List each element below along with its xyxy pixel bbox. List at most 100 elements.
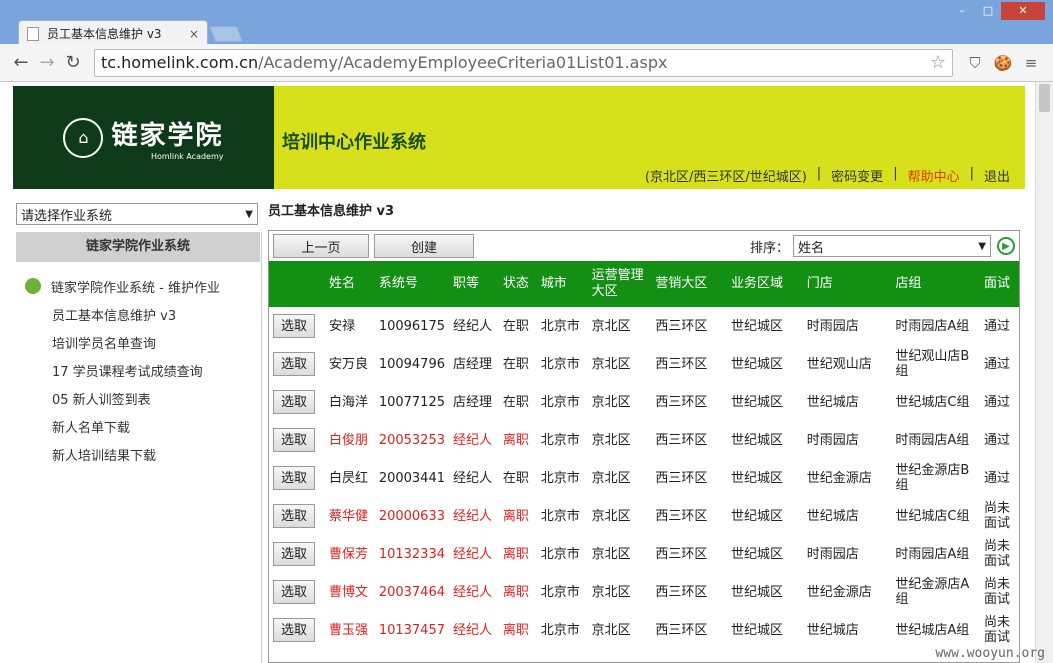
academy-emblem-icon: ⌂ [63,117,104,158]
cell-sales: 西三环区 [655,546,708,562]
browser-tab[interactable]: 员工基本信息维护 v3 × [18,20,208,46]
browser-titlebar: 员工基本信息维护 v3 × – □ ✕ [0,0,1053,46]
help-center-link[interactable]: 帮助中心 [908,166,960,185]
user-region-label: (京北区/西三环区/世纪城区) [644,170,807,185]
watermark: www.wooyun.org [935,646,1045,661]
cell-name: 安万良 [328,356,368,372]
extension-shield-icon[interactable]: ⛉ [961,54,989,72]
cell-ops: 京北区 [591,584,631,600]
bookmark-star-icon[interactable]: ☆ [930,52,946,73]
column-header: 门店 [806,276,833,291]
reload-button[interactable]: ↻ [60,52,86,73]
back-button[interactable]: ← [8,52,34,73]
change-password-link[interactable]: 密码变更 [831,166,883,185]
sidebar-item-signin-sheet[interactable]: 05 新人训签到表 [13,384,261,412]
cell-city: 北京市 [540,546,580,562]
sidebar-item-employee-info[interactable]: 员工基本信息维护 v3 [13,300,261,328]
sidebar-item-trainee-query[interactable]: 培训学员名单查询 [13,328,261,356]
cell-store: 世纪金源店 [806,584,872,600]
sidebar-item-newcomer-download[interactable]: 新人名单下载 [13,412,261,440]
cell-city: 北京市 [540,394,580,410]
cell-area: 世纪城区 [731,394,784,410]
cell-grade: 经纪人 [452,318,492,334]
sidebar: 链家学院作业系统 链家学院作业系统 - 维护作业 员工基本信息维护 v3 培训学… [13,232,262,663]
cell-store: 时雨园店 [806,432,859,448]
minimize-button[interactable]: – [949,2,975,20]
extension-cookie-icon[interactable]: 🍪 [989,54,1017,72]
table-header-row: 姓名 系统号 职等 状态 城市 运营管理大区 营销大区 业务区域 门店 店组 面试 [269,261,1019,307]
column-header: 店组 [895,276,922,291]
cell-interview: 通过 [984,356,1011,372]
cell-interview: 通过 [984,394,1011,410]
column-header: 业务区域 [731,276,784,291]
system-select[interactable]: 请选择作业系统 ▼ [16,203,258,225]
select-row-button[interactable]: 选取 [273,314,315,338]
select-row-button[interactable]: 选取 [273,618,315,642]
select-row-button[interactable]: 选取 [273,580,315,604]
cell-city: 北京市 [540,318,580,334]
select-row-button[interactable]: 选取 [273,428,315,452]
cell-group: 世纪金源店A组 [895,577,970,607]
select-row-button[interactable]: 选取 [273,352,315,376]
url-host: tc.homelink.com.cn [101,53,259,72]
cell-grade: 店经理 [452,356,492,372]
tab-close-icon[interactable]: × [189,27,199,41]
cell-name: 白俊朋 [328,432,368,448]
sort-select[interactable]: 姓名 ▼ [793,235,991,257]
cell-name: 曹博文 [328,584,368,600]
cell-city: 北京市 [540,622,580,638]
cell-interview: 尚未面试 [984,615,1011,645]
select-row-button[interactable]: 选取 [273,504,315,528]
cell-name: 安禄 [328,318,355,334]
select-row-button[interactable]: 选取 [273,542,315,566]
prev-page-button[interactable]: 上一页 [273,234,369,258]
cell-grade: 经纪人 [452,622,492,638]
academy-logo: ⌂ 链家学院 Homlink Academy [13,86,274,189]
sidebar-root-item[interactable]: 链家学院作业系统 - 维护作业 [13,272,261,300]
employee-table: 姓名 系统号 职等 状态 城市 运营管理大区 营销大区 业务区域 门店 店组 面试 选取 安禄 1009… [269,261,1019,649]
cell-sales: 西三环区 [655,356,708,372]
column-header: 系统号 [378,276,418,291]
select-row-button[interactable]: 选取 [273,466,315,490]
browser-menu-icon[interactable]: ≡ [1017,54,1045,72]
sidebar-item-training-results[interactable]: 新人培训结果下载 [13,440,261,468]
panel-toolbar: 上一页 创建 排序： 姓名 ▼ ▶ [269,231,1019,261]
cell-area: 世纪城区 [731,622,784,638]
forward-button[interactable]: → [34,52,60,73]
cell-interview: 通过 [984,470,1011,486]
cell-grade: 经纪人 [452,584,492,600]
cell-interview: 通过 [984,318,1011,334]
row-action-cell: 选取 [269,573,325,611]
cell-status: 在职 [502,394,529,410]
cell-sales: 西三环区 [655,508,708,524]
row-action-cell: 选取 [269,459,325,497]
system-select-value: 请选择作业系统 [21,208,113,224]
cell-area: 世纪城区 [731,508,784,524]
cell-area: 世纪城区 [731,546,784,562]
cell-status: 离职 [502,584,529,600]
cell-grade: 店经理 [452,394,492,410]
close-window-button[interactable]: ✕ [1001,2,1045,20]
column-header: 运营管理大区 [591,268,644,299]
table-row: 选取 白俊朋 20053253 经纪人 离职 北京市 京北区 西三环区 世纪城区 时雨园店 时雨园店… [269,421,1019,459]
cell-store: 时雨园店 [806,546,859,562]
sidebar-item-exam-scores[interactable]: 17 学员课程考试成绩查询 [13,356,261,384]
new-tab-button[interactable] [209,26,243,42]
cell-ops: 京北区 [591,432,631,448]
go-arrow-icon[interactable]: ▶ [997,237,1015,255]
cell-id: 10137457 [378,622,445,638]
cell-store: 世纪城店 [806,622,859,638]
scrollbar-thumb[interactable] [1039,84,1050,112]
cell-grade: 经纪人 [452,432,492,448]
page-scrollbar[interactable] [1035,82,1053,663]
maximize-button[interactable]: □ [975,2,1001,20]
select-row-button[interactable]: 选取 [273,390,315,414]
row-action-cell: 选取 [269,535,325,573]
cell-interview: 通过 [984,432,1011,448]
create-button[interactable]: 创建 [374,234,474,258]
cell-area: 世纪城区 [731,470,784,486]
address-bar[interactable]: tc.homelink.com.cn /Academy/AcademyEmplo… [94,48,953,77]
row-action-cell: 选取 [269,421,325,459]
cell-id: 10132334 [378,546,445,562]
logout-link[interactable]: 退出 [984,166,1010,185]
